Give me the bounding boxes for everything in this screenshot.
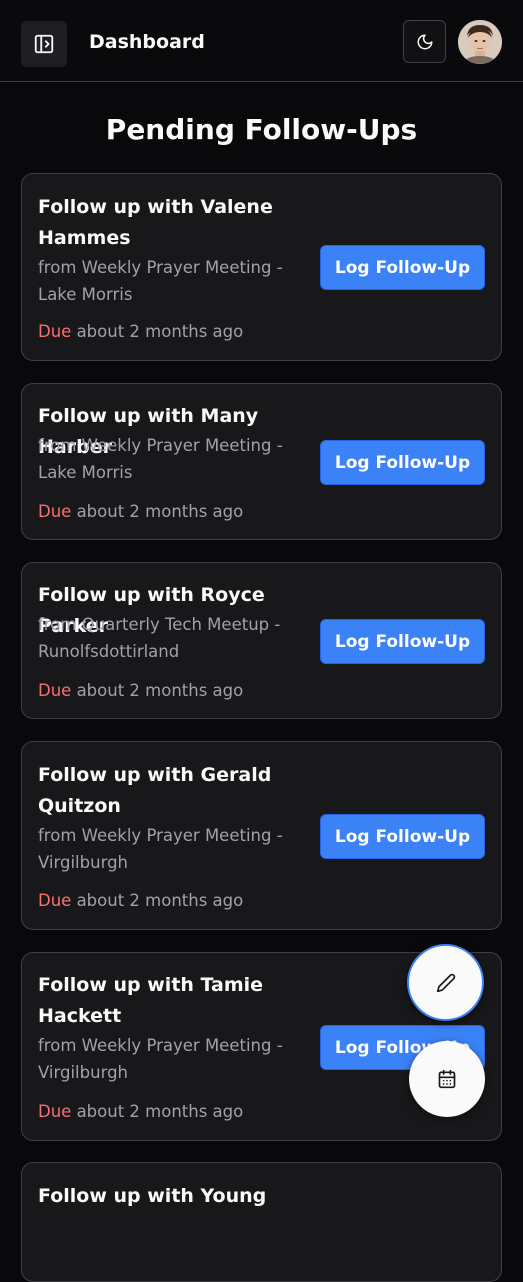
log-followup-button[interactable]: Log Follow-Up [320,440,485,485]
panel-right-open-icon [34,34,54,54]
followup-due: Due about 2 months ago [38,1098,243,1125]
sidebar-toggle-button[interactable] [21,21,67,67]
due-label: Due [38,891,72,910]
followup-due: Due about 2 months ago [38,498,243,525]
pencil-icon [436,973,455,992]
followup-source: from Weekly Prayer Meeting - Virgilburgh [38,826,283,872]
followup-source: from Weekly Prayer Meeting - Virgilburgh [38,1036,283,1082]
followup-title: Follow up with Tamie Hackett [38,974,264,1027]
top-bar: Dashboard [0,0,523,82]
followup-card: Follow up with Young [21,1162,502,1282]
followup-title: Follow up with Young [38,1185,267,1207]
followup-card: Follow up with Valene Hammes from Weekly… [21,173,502,361]
calendar-icon [438,1069,456,1089]
app-title: Dashboard [89,31,205,53]
followup-card: Follow up with Royce Parker from Quarter… [21,562,502,719]
theme-toggle-button[interactable] [403,20,446,63]
followup-source: from Weekly Prayer Meeting - Lake Morris [38,436,283,482]
user-avatar-image [458,20,502,64]
edit-fab-button[interactable] [407,944,484,1021]
calendar-fab-button[interactable] [409,1041,485,1117]
followup-due: Due about 2 months ago [38,887,243,914]
followup-title: Follow up with Gerald Quitzon [38,764,272,817]
due-label: Due [38,502,72,521]
due-text: about 2 months ago [71,502,244,521]
due-label: Due [38,322,72,341]
due-text: about 2 months ago [71,891,244,910]
log-followup-button[interactable]: Log Follow-Up [320,619,485,664]
due-text: about 2 months ago [71,681,244,700]
due-text: about 2 months ago [71,1102,244,1121]
followup-card: Follow up with Many Harber from Weekly P… [21,383,502,540]
due-label: Due [38,1102,72,1121]
due-text: about 2 months ago [71,322,244,341]
avatar[interactable] [458,20,502,64]
page-title: Pending Follow-Ups [105,113,418,146]
moon-icon [417,34,432,49]
followup-due: Due about 2 months ago [38,677,243,704]
followup-title: Follow up with Valene Hammes [38,196,273,249]
due-label: Due [38,681,72,700]
followup-due: Due about 2 months ago [38,318,243,345]
followup-source: from Quarterly Tech Meetup - Runolfsdott… [38,615,281,661]
log-followup-button[interactable]: Log Follow-Up [320,245,485,290]
followup-source: from Weekly Prayer Meeting - Lake Morris [38,258,283,304]
log-followup-button[interactable]: Log Follow-Up [320,814,485,859]
followup-card: Follow up with Gerald Quitzon from Weekl… [21,741,502,930]
